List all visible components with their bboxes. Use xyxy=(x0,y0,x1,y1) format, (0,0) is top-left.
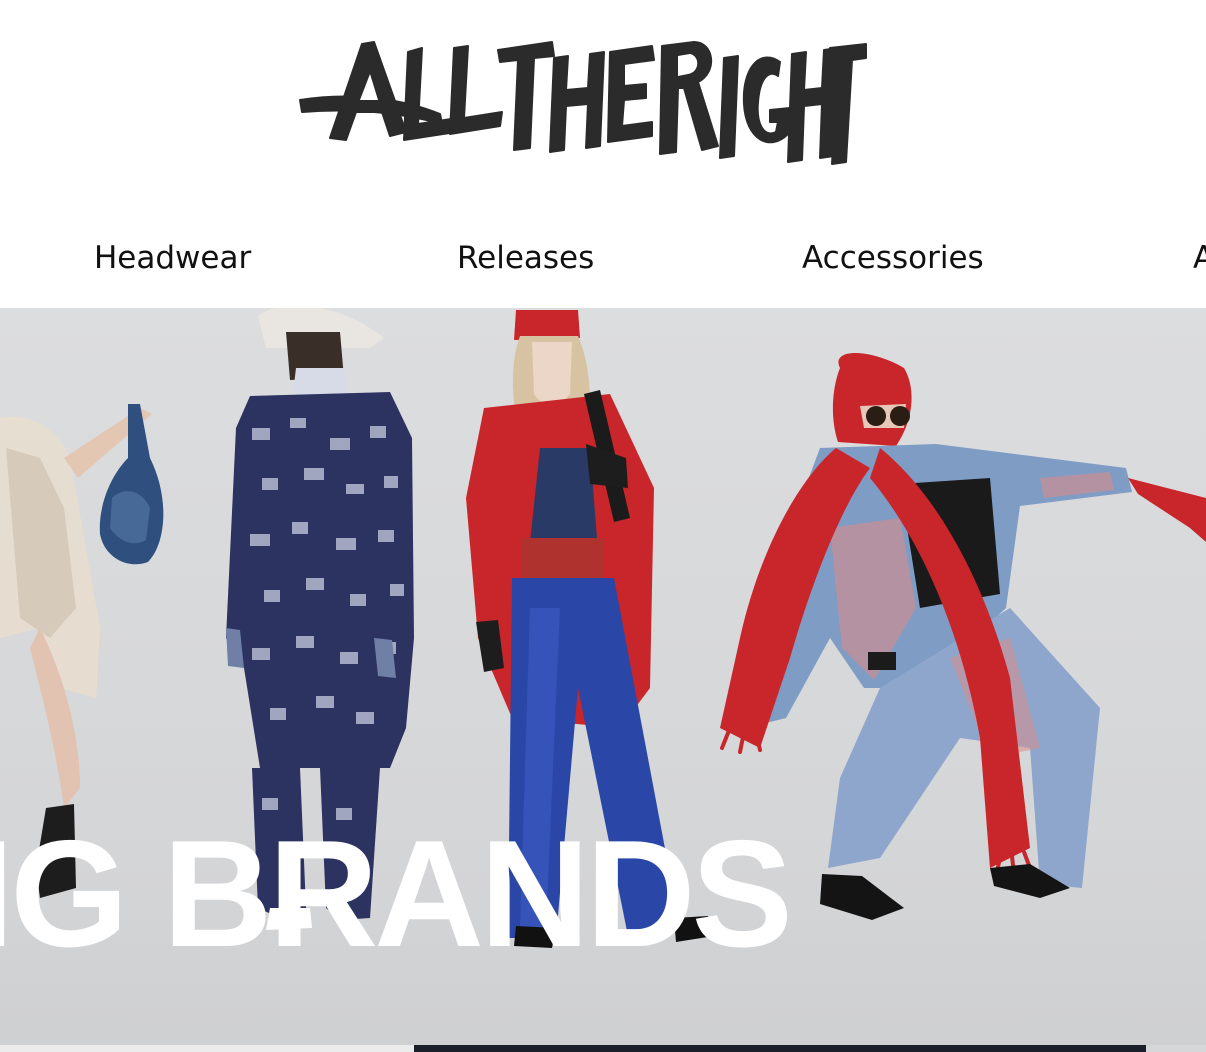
nav-item-accessories[interactable]: Accessories xyxy=(802,240,984,276)
carousel-indicator-end xyxy=(1146,1045,1206,1052)
carousel-indicator-inactive[interactable] xyxy=(0,1045,414,1052)
page: Headwear Releases Accessories A IG BRAND… xyxy=(0,0,1206,1052)
model-4 xyxy=(720,353,1206,920)
nav-item-releases[interactable]: Releases xyxy=(457,240,594,276)
hero-banner[interactable]: IG BRANDS xyxy=(0,308,1206,1052)
site-header xyxy=(0,0,1206,210)
category-nav: Headwear Releases Accessories A xyxy=(0,210,1206,308)
brand-logo[interactable] xyxy=(290,28,870,176)
hero-headline: IG BRANDS xyxy=(0,809,793,979)
nav-item-headwear[interactable]: Headwear xyxy=(94,240,251,276)
nav-item-partial[interactable]: A xyxy=(1193,240,1206,276)
carousel-indicator-active[interactable] xyxy=(414,1045,1146,1052)
